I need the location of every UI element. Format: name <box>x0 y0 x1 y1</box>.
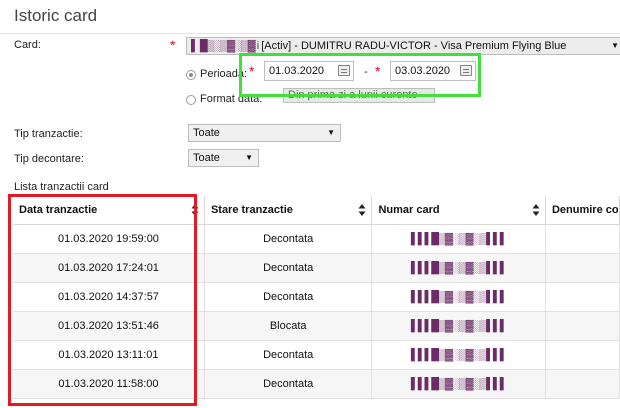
cell-merchant <box>545 369 620 399</box>
card-required-mark: * <box>170 37 176 53</box>
cell-status: Decontata <box>204 253 373 283</box>
transaction-type-select[interactable]: Toate ▼ <box>188 124 341 142</box>
card-masked-prefix: ▌ █▒░▒▓░▒▓ i <box>191 40 259 52</box>
title-divider <box>0 33 620 34</box>
period-radio[interactable] <box>186 70 196 80</box>
chevron-down-icon: ▼ <box>611 41 619 50</box>
chevron-down-icon: ▼ <box>327 128 335 137</box>
card-label: Card: <box>14 39 41 51</box>
cell-status: Decontata <box>204 224 373 254</box>
cell-status: Decontata <box>204 340 373 370</box>
settlement-type-select[interactable]: Toate ▼ <box>188 149 259 167</box>
cell-status: Decontata <box>204 282 373 312</box>
column-header-status[interactable]: Stare tranzactie <box>204 196 373 225</box>
cell-status: Decontata <box>204 369 373 399</box>
sort-icon[interactable] <box>358 203 366 217</box>
transaction-type-label: Tip tranzactie: <box>14 128 83 140</box>
cell-card-number: ▌▌▌█▒▓░▒▓░▒▌▌▌ <box>371 311 546 341</box>
sort-icon[interactable] <box>532 203 540 217</box>
chevron-down-icon: ▼ <box>245 153 253 162</box>
cell-merchant <box>545 282 620 312</box>
page-title: Istoric card <box>14 6 98 25</box>
cell-card-number: ▌▌▌█▒▓░▒▓░▒▌▌▌ <box>371 253 546 283</box>
cell-card-number: ▌▌▌█▒▓░▒▓░▒▌▌▌ <box>371 224 546 254</box>
list-title: Lista tranzactii card <box>14 181 109 193</box>
settlement-type-value: Toate <box>193 152 220 164</box>
settlement-type-label: Tip decontare: <box>14 153 84 165</box>
highlight-period-box <box>239 53 481 97</box>
cell-card-number: ▌▌▌█▒▓░▒▓░▒▌▌▌ <box>371 282 546 312</box>
cell-merchant <box>545 311 620 341</box>
column-header-card-number[interactable]: Numar card <box>371 196 546 225</box>
card-select-value: [Activ] - DUMITRU RADU-VICTOR - Visa Pre… <box>261 40 567 52</box>
cell-merchant <box>545 224 620 254</box>
cell-card-number: ▌▌▌█▒▓░▒▓░▒▌▌▌ <box>371 369 546 399</box>
cell-merchant <box>545 253 620 283</box>
column-header-merchant[interactable]: Denumire co <box>545 196 620 225</box>
cell-card-number: ▌▌▌█▒▓░▒▓░▒▌▌▌ <box>371 340 546 370</box>
cell-merchant <box>545 340 620 370</box>
highlight-date-column-box <box>8 194 197 406</box>
transaction-type-value: Toate <box>193 127 220 139</box>
format-radio[interactable] <box>186 95 196 105</box>
cell-status: Blocata <box>204 311 373 341</box>
